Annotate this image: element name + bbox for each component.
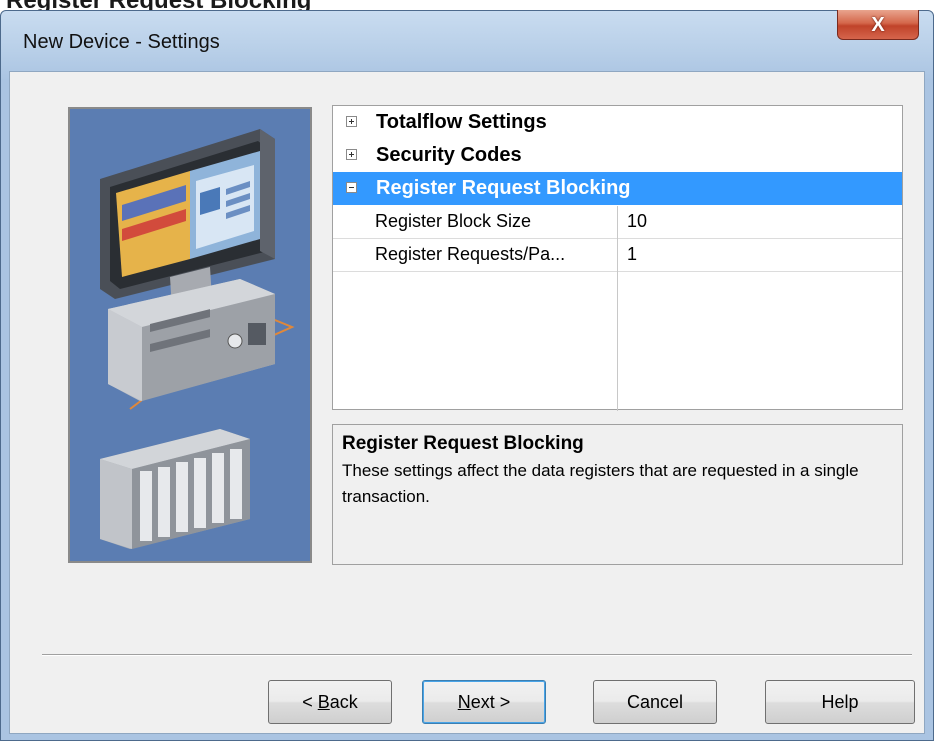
category-register-request-blocking[interactable]: Register Request Blocking — [333, 172, 902, 205]
next-button-rest: ext > — [470, 691, 511, 712]
description-panel: Register Request Blocking These settings… — [332, 424, 903, 565]
dialog-window: New Device - Settings X Totalflow Settin… — [0, 10, 934, 741]
minus-box-icon[interactable] — [346, 182, 357, 193]
back-button-prefix: < — [302, 691, 318, 712]
property-name: Register Requests/Pa... — [375, 244, 566, 264]
back-button-mnemonic: B — [317, 691, 330, 712]
cancel-button[interactable]: Cancel — [593, 680, 717, 724]
category-label: Security Codes — [376, 144, 522, 166]
back-button[interactable]: < Back — [268, 680, 392, 724]
window-title: New Device - Settings — [23, 31, 220, 53]
plus-box-icon[interactable] — [346, 116, 357, 127]
computer-plc-illustration — [70, 109, 310, 561]
next-button-mnemonic: N — [457, 691, 471, 712]
close-button[interactable]: X — [837, 10, 919, 40]
category-label: Totalflow Settings — [376, 111, 547, 133]
description-title: Register Request Blocking — [342, 433, 584, 454]
column-divider[interactable] — [617, 206, 618, 411]
button-separator — [42, 654, 912, 656]
close-icon: X — [871, 13, 885, 36]
help-button[interactable]: Help — [765, 680, 915, 724]
property-grid: Totalflow Settings Security Codes Regist… — [332, 105, 903, 411]
device-illustration — [68, 107, 312, 563]
property-name: Register Block Size — [375, 211, 532, 231]
category-totalflow-settings[interactable]: Totalflow Settings — [333, 106, 902, 139]
category-label: Register Request Blocking — [376, 177, 631, 199]
back-button-rest: ack — [329, 691, 358, 712]
property-value[interactable]: 10 — [627, 211, 647, 232]
plus-box-icon[interactable] — [346, 149, 357, 160]
description-body: These settings affect the data registers… — [342, 461, 859, 506]
dialog-client-area: Totalflow Settings Security Codes Regist… — [9, 71, 925, 734]
category-security-codes[interactable]: Security Codes — [333, 139, 902, 172]
property-value[interactable]: 1 — [627, 244, 637, 265]
next-button[interactable]: Next > — [422, 680, 546, 724]
